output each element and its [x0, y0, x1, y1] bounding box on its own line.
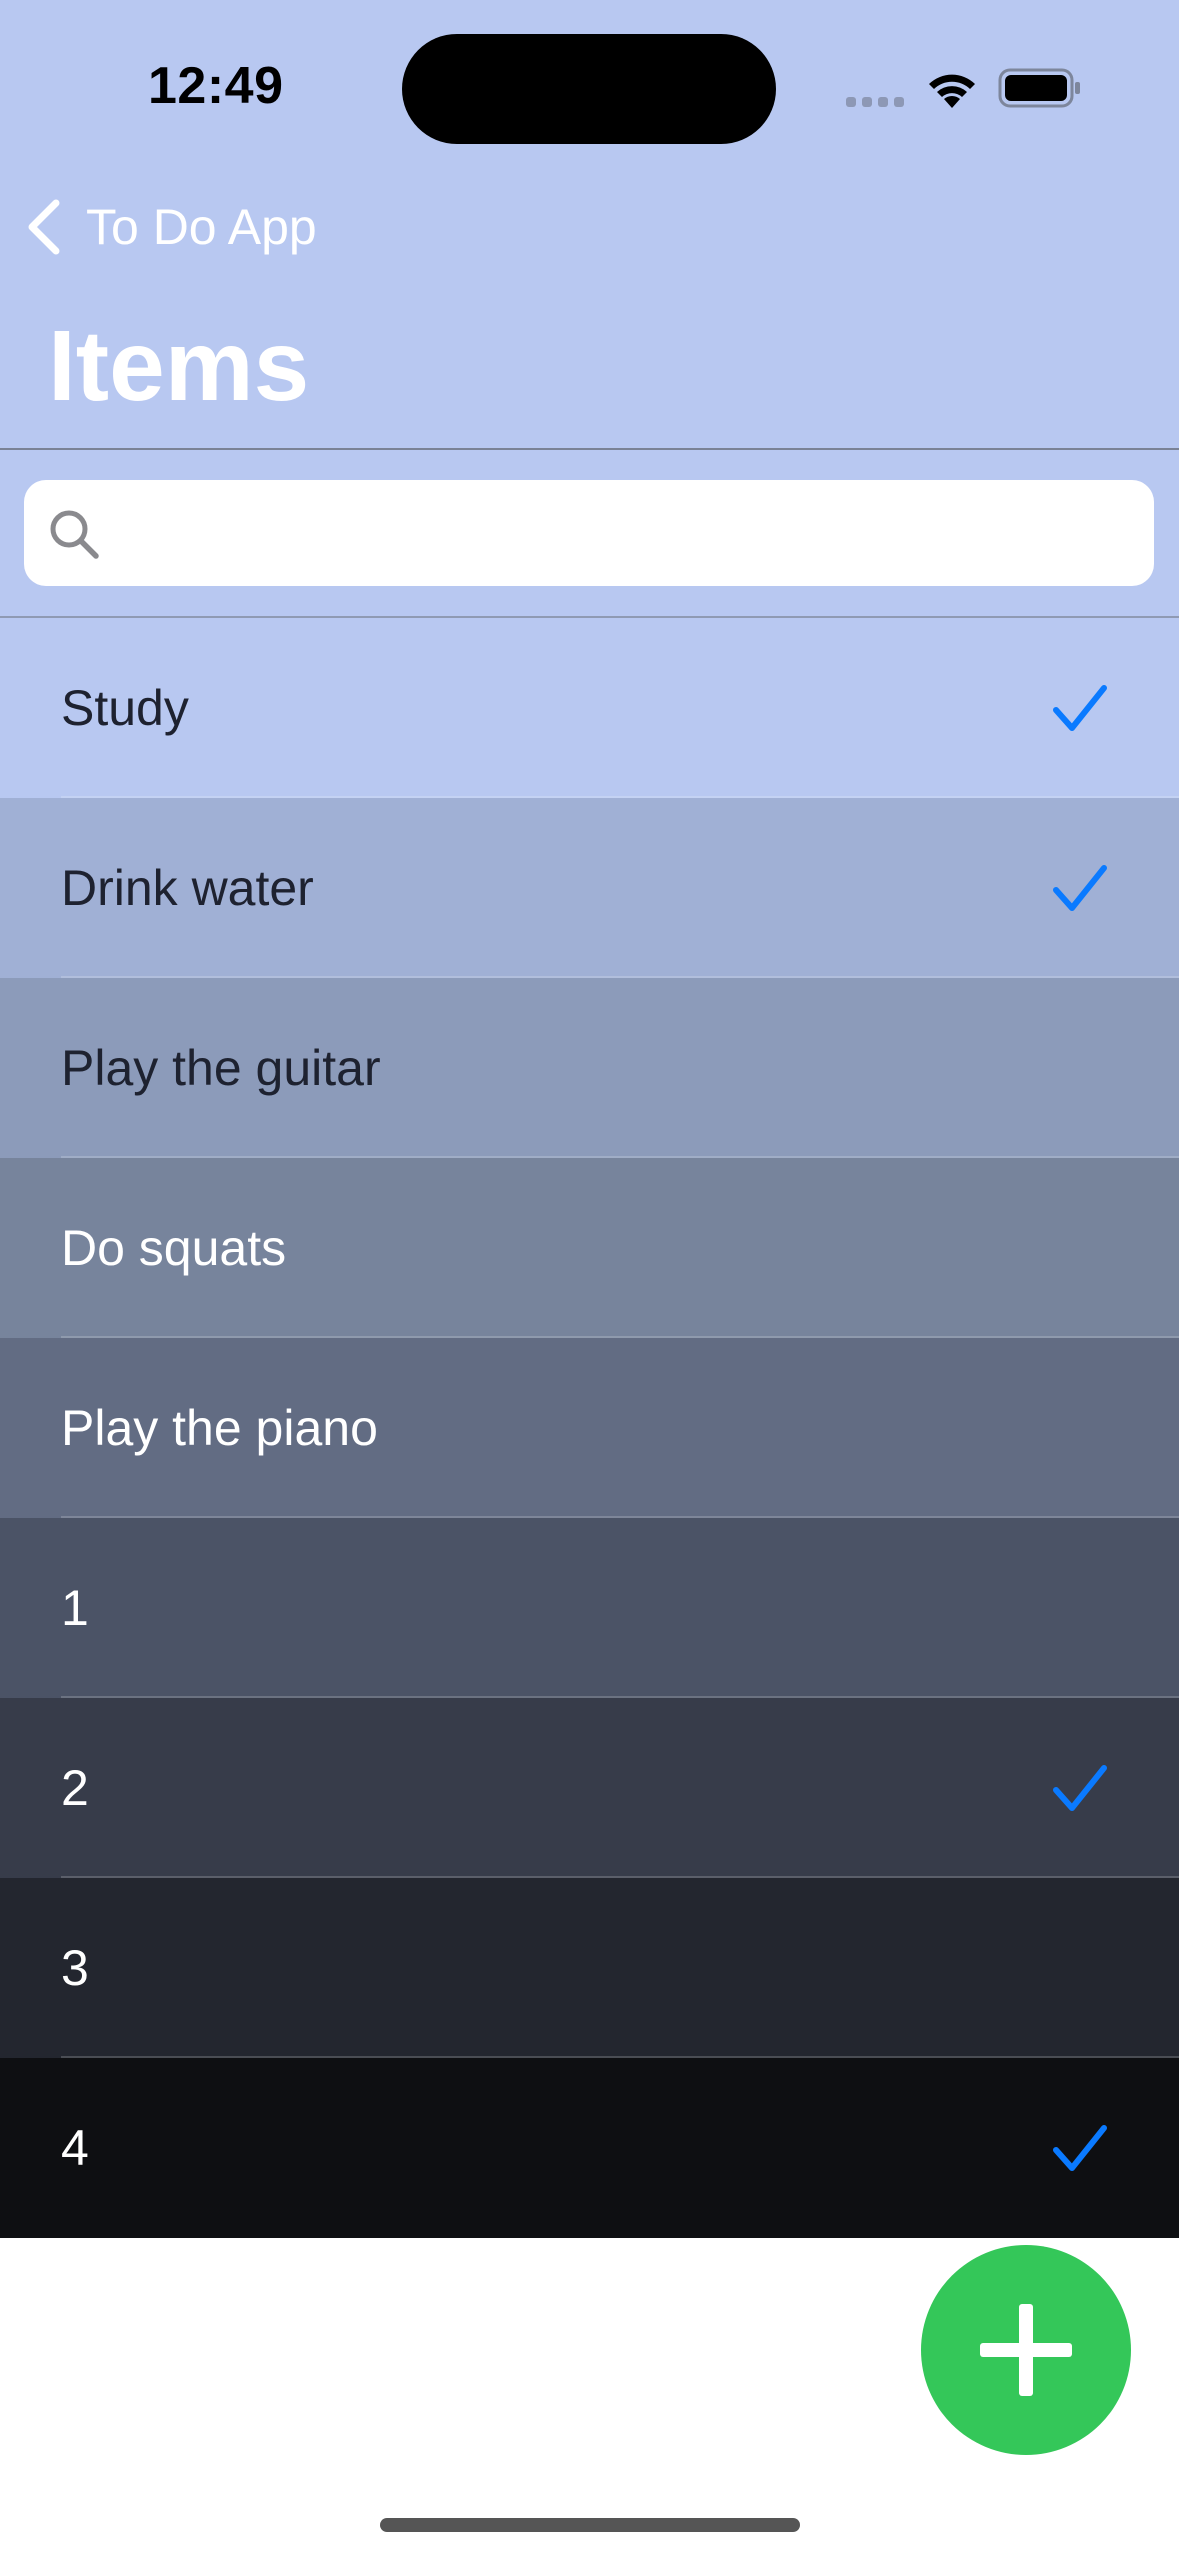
header-background: 12:49 To Do App Items [0, 0, 1179, 618]
nav-divider [0, 448, 1179, 450]
item-list: Study Drink water Play the guitar Do squats… [0, 618, 1179, 2238]
chevron-left-icon [28, 199, 60, 255]
search-input[interactable] [124, 480, 1138, 588]
list-item-label: 2 [61, 1760, 89, 1816]
list-item-label: Play the piano [61, 1400, 378, 1456]
screen: 12:49 To Do App Items Study Drink water … [0, 0, 1179, 2556]
home-indicator [380, 2518, 800, 2532]
status-time: 12:49 [148, 57, 284, 115]
wifi-icon [929, 74, 975, 108]
list-item-label: 4 [61, 2120, 89, 2176]
list-item-label: Play the guitar [61, 1040, 381, 1096]
list-item[interactable]: Play the piano [0, 1338, 1179, 1518]
dynamic-island [402, 34, 776, 144]
search-field[interactable] [24, 480, 1154, 588]
list-item[interactable]: Study [0, 618, 1179, 798]
list-item[interactable]: Drink water [0, 798, 1179, 978]
list-item-label: 1 [61, 1580, 89, 1636]
list-item[interactable]: 4 [0, 2058, 1179, 2238]
list-item[interactable]: 1 [0, 1518, 1179, 1698]
list-item[interactable]: Play the guitar [0, 978, 1179, 1158]
cellular-signal-icon [846, 97, 904, 107]
checkmark-icon [1053, 865, 1107, 911]
list-item-label: Drink water [61, 860, 314, 916]
plus-icon [980, 2304, 1072, 2396]
list-item[interactable]: 3 [0, 1878, 1179, 2058]
add-item-button[interactable] [921, 2245, 1131, 2455]
list-item[interactable]: 2 [0, 1698, 1179, 1878]
checkmark-icon [1053, 2125, 1107, 2171]
checkmark-icon [1053, 1765, 1107, 1811]
back-button[interactable]: To Do App [24, 192, 317, 262]
page-title: Items [48, 310, 310, 422]
list-item-label: 3 [61, 1940, 89, 1996]
search-icon [50, 510, 99, 559]
back-button-label: To Do App [86, 199, 317, 255]
list-item-label: Study [61, 680, 189, 736]
battery-icon [998, 68, 1080, 108]
list-item-label: Do squats [61, 1220, 287, 1276]
list-item[interactable]: Do squats [0, 1158, 1179, 1338]
checkmark-icon [1053, 685, 1107, 731]
